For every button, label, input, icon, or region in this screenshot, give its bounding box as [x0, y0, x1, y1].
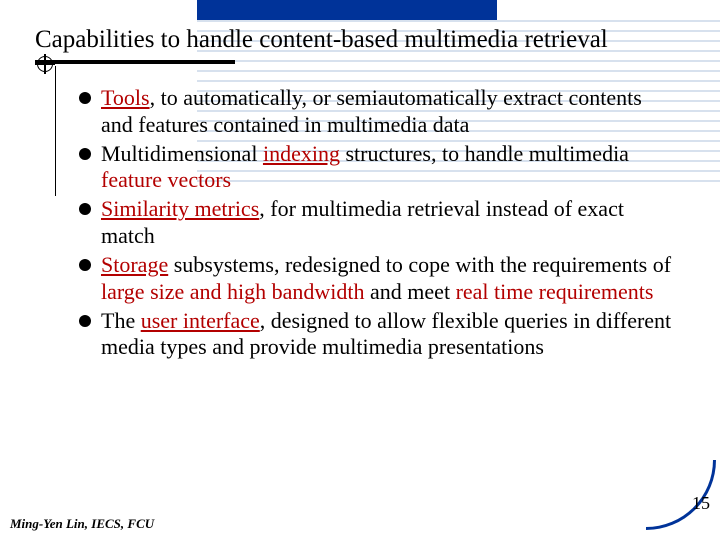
slide-body: Tools, to automatically, or semiautomati…	[75, 85, 675, 363]
bullet-list: Tools, to automatically, or semiautomati…	[75, 85, 675, 361]
slide-title: Capabilities to handle content-based mul…	[35, 26, 608, 54]
text-segment: real time requirements	[456, 279, 654, 304]
text-segment: structures, to handle multimedia	[340, 141, 629, 166]
header-accent-bar	[197, 0, 497, 20]
crosshair-icon	[35, 54, 55, 74]
text-segment: feature vectors	[101, 167, 231, 192]
bullet-item: Tools, to automatically, or semiautomati…	[75, 85, 675, 139]
text-segment: The	[101, 308, 141, 333]
text-segment: subsystems, redesigned to cope with the …	[168, 252, 671, 277]
text-segment: Storage	[101, 252, 168, 277]
title-underline	[35, 60, 235, 64]
bullet-item: Similarity metrics, for multimedia retri…	[75, 196, 675, 250]
bullet-item: Storage subsystems, redesigned to cope w…	[75, 252, 675, 306]
page-number: 15	[692, 493, 710, 514]
text-segment: user interface	[141, 308, 260, 333]
text-segment: large size and high bandwidth	[101, 279, 365, 304]
slide-footer: Ming-Yen Lin, IECS, FCU	[10, 516, 154, 532]
text-segment: Tools	[101, 85, 150, 110]
text-segment: Multidimensional	[101, 141, 263, 166]
text-segment: , to automatically, or semiautomatically…	[101, 85, 642, 137]
text-segment: and meet	[365, 279, 456, 304]
bullet-item: Multidimensional indexing structures, to…	[75, 141, 675, 195]
text-segment: indexing	[263, 141, 340, 166]
bullet-item: The user interface, designed to allow fl…	[75, 308, 675, 362]
text-segment: Similarity metrics	[101, 196, 259, 221]
body-guide-line	[55, 66, 56, 196]
